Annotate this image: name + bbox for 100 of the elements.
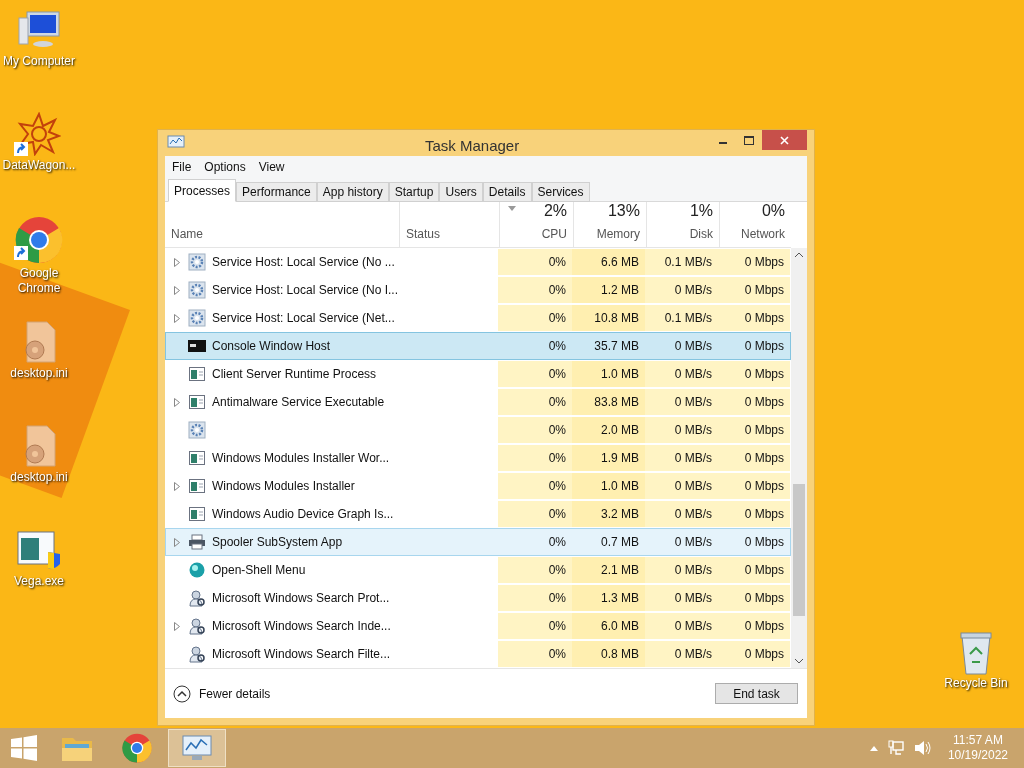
column-header[interactable]: Disk — [689, 225, 713, 243]
end-task-button[interactable]: End task — [715, 683, 798, 704]
chrome-logo-icon — [15, 216, 63, 264]
process-row[interactable]: Console Window Host 0% 35.7 MB 0 MB/s 0 Mbps — [165, 332, 791, 360]
star-logo-icon — [17, 112, 61, 156]
process-row[interactable]: 0% 2.0 MB 0 MB/s 0 Mbps — [165, 416, 791, 444]
table-cell-text: 0 MB/s — [674, 338, 712, 355]
scrollbar[interactable] — [791, 248, 807, 668]
sort-arrow-icon — [508, 206, 516, 211]
process-name: Open-Shell Menu — [212, 562, 306, 579]
table-cell-text: 0 Mbps — [744, 506, 784, 523]
menu-item[interactable]: Options — [204, 158, 246, 176]
process-name: Windows Audio Device Graph Is... — [212, 506, 394, 523]
tab[interactable]: Processes — [168, 179, 237, 202]
user-magnifier-icon — [188, 645, 206, 663]
table-cell-text: 0.1 MB/s — [664, 254, 712, 271]
table-cell-text: 2.1 MB — [601, 562, 639, 579]
menu-item[interactable]: File — [172, 158, 192, 176]
table-cell-text: 0 Mbps — [744, 394, 784, 411]
column-percent: 1% — [689, 201, 713, 221]
gear-icon — [188, 253, 206, 271]
scroll-up-icon[interactable] — [795, 252, 803, 257]
window-icon — [189, 507, 205, 521]
process-row[interactable]: Windows Modules Installer Wor... 0% 1.9 MB 0 MB/s 0 Mbps — [165, 444, 791, 472]
process-row[interactable]: Service Host: Local Service (No ... 0% 6.6 MB 0.1 MB/s 0 Mbps — [165, 248, 791, 276]
table-cell-text: 1.0 MB — [601, 478, 639, 495]
expand-arrow-icon[interactable] — [173, 285, 180, 295]
process-row[interactable]: Windows Modules Installer 0% 1.0 MB 0 MB/s 0 Mbps — [165, 472, 791, 500]
process-name: Client Server Runtime Process — [212, 366, 377, 383]
process-name: Spooler SubSystem App — [212, 534, 343, 551]
printer-icon — [188, 534, 206, 550]
process-row[interactable]: Client Server Runtime Process 0% 1.0 MB 0 MB/s 0 Mbps — [165, 360, 791, 388]
tab[interactable]: App history — [316, 182, 389, 202]
expand-arrow-icon[interactable] — [174, 621, 180, 631]
volume-icon[interactable] — [913, 740, 932, 756]
table-cell-text: 0 Mbps — [744, 534, 784, 551]
console-icon — [188, 340, 206, 352]
table-cell-text: 0% — [548, 450, 566, 467]
expand-arrow-icon[interactable] — [174, 537, 180, 547]
table-cell-text: 0 Mbps — [744, 310, 784, 327]
process-name: Windows Modules Installer Wor... — [212, 450, 390, 467]
tab[interactable]: Details — [482, 182, 532, 202]
table-cell-text: 0% — [548, 478, 566, 495]
table-cell-text: 2.0 MB — [601, 422, 639, 439]
process-row[interactable]: Service Host: Local Service (Net... 0% 10.8 MB 0.1 MB/s 0 Mbps — [165, 304, 791, 332]
column-header[interactable]: Name — [171, 225, 399, 243]
table-cell-text: 0 MB/s — [674, 282, 712, 299]
task-manager-taskbar-button[interactable] — [168, 729, 226, 767]
table-cell-text: 0% — [548, 562, 566, 579]
process-name: Microsoft Windows Search Filte... — [212, 646, 391, 663]
process-row[interactable]: Microsoft Windows Search Inde... 0% 6.0 MB 0 MB/s 0 Mbps — [165, 612, 791, 640]
scroll-down-icon[interactable] — [795, 659, 803, 664]
window-icon — [189, 479, 205, 493]
tab[interactable]: Startup — [388, 182, 440, 202]
process-row[interactable]: Service Host: Local Service (No I... 0% 1.2 MB 0 MB/s 0 Mbps — [165, 276, 791, 304]
table-cell-text: 0 MB/s — [674, 646, 712, 663]
show-hidden-icons-icon[interactable] — [869, 745, 878, 751]
process-name: Service Host: Local Service (No ... — [212, 254, 395, 271]
table-cell-text: 0% — [548, 394, 566, 411]
table-cell-text: 0 MB/s — [674, 618, 712, 635]
column-header[interactable]: Memory — [596, 225, 640, 243]
process-name: Windows Modules Installer — [212, 478, 355, 495]
scrollbar-thumb[interactable] — [793, 484, 805, 616]
table-cell-text: 0 MB/s — [674, 562, 712, 579]
table-cell-text: 0% — [548, 338, 566, 355]
expand-arrow-icon[interactable] — [174, 481, 180, 491]
column-header[interactable]: Network — [741, 225, 785, 243]
table-cell-text: 0 MB/s — [674, 394, 712, 411]
recycle-bin-icon — [958, 630, 994, 676]
expand-arrow-icon[interactable] — [174, 257, 180, 267]
gear-icon — [188, 421, 206, 439]
menu-item[interactable]: View — [258, 158, 285, 176]
process-row[interactable]: Open-Shell Menu 0% 2.1 MB 0 MB/s 0 Mbps — [165, 556, 791, 584]
process-row[interactable]: Antimalware Service Executable 0% 83.8 MB 0 MB/s 0 Mbps — [165, 388, 791, 416]
process-row[interactable]: Microsoft Windows Search Prot... 0% 1.3 MB 0 MB/s 0 Mbps — [165, 584, 791, 612]
expand-arrow-icon[interactable] — [174, 313, 180, 323]
fewer-details-button[interactable]: Fewer details — [173, 684, 271, 703]
process-name: Microsoft Windows Search Inde... — [212, 618, 391, 635]
expand-arrow-icon[interactable] — [174, 397, 180, 407]
process-row[interactable]: Spooler SubSystem App 0% 0.7 MB 0 MB/s 0 Mbps — [165, 528, 791, 556]
shell-orb-icon — [189, 562, 205, 578]
network-icon[interactable] — [887, 740, 904, 756]
monitor-chart-icon — [167, 135, 185, 151]
table-cell-text: 1.0 MB — [601, 366, 639, 383]
gear-icon — [188, 309, 206, 327]
table-cell-text: 0 MB/s — [674, 478, 712, 495]
table-cell-text: 0 Mbps — [744, 562, 784, 579]
process-row[interactable]: Windows Audio Device Graph Is... 0% 3.2 MB 0 MB/s 0 Mbps — [165, 500, 791, 528]
tab[interactable]: Users — [439, 182, 483, 202]
user-magnifier-icon — [188, 589, 206, 607]
table-cell-text: 0% — [548, 618, 566, 635]
table-cell-text: 0% — [548, 422, 566, 439]
table-cell-text: 0 Mbps — [744, 282, 784, 299]
table-cell-text: 0 MB/s — [674, 534, 712, 551]
column-header[interactable]: Status — [406, 225, 499, 243]
tab[interactable]: Services — [531, 182, 590, 202]
process-row[interactable]: Microsoft Windows Search Filte... 0% 0.8 MB 0 MB/s 0 Mbps — [165, 640, 791, 668]
tab[interactable]: Performance — [236, 182, 317, 202]
column-header[interactable]: CPU — [541, 225, 567, 243]
table-cell-text: 0% — [548, 534, 566, 551]
